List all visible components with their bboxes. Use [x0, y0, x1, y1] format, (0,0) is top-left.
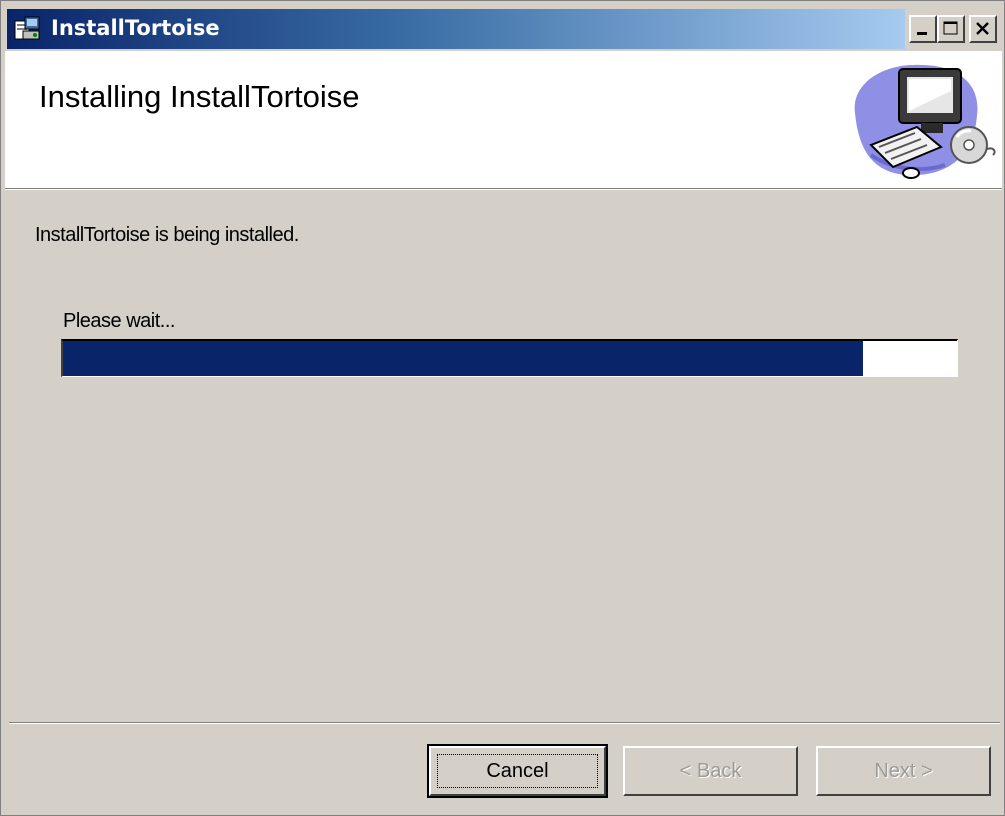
- caption-buttons: [905, 9, 1002, 49]
- window-title: InstallTortoise: [51, 16, 220, 40]
- back-button[interactable]: < Back: [623, 746, 798, 796]
- back-button-label: < Back: [679, 760, 742, 782]
- close-button[interactable]: [969, 15, 997, 43]
- progress-bar: [61, 339, 958, 377]
- footer-divider-highlight: [9, 723, 1000, 724]
- header-banner: Installing InstallTortoise: [5, 51, 1002, 188]
- installer-icon[interactable]: [13, 15, 43, 43]
- next-button-label: Next >: [874, 760, 933, 782]
- status-message: InstallTortoise is being installed.: [35, 224, 299, 246]
- page-title: Installing InstallTortoise: [39, 79, 360, 114]
- minimize-button[interactable]: [909, 15, 937, 43]
- progress-bar-fill: [63, 341, 864, 376]
- cancel-button[interactable]: Cancel: [427, 744, 608, 798]
- banner-divider-highlight: [5, 189, 1002, 190]
- next-button[interactable]: Next >: [816, 746, 991, 796]
- maximize-button[interactable]: [937, 15, 965, 43]
- wait-label: Please wait...: [63, 310, 175, 332]
- computer-disc-icon: [841, 55, 999, 183]
- installer-window: InstallTortoise Installing InstallTortoi…: [0, 0, 1005, 816]
- close-icon: [976, 22, 989, 35]
- cancel-button-label: Cancel: [486, 760, 549, 782]
- title-bar[interactable]: InstallTortoise: [7, 9, 1002, 49]
- maximize-icon: [943, 21, 958, 35]
- minimize-icon: [917, 32, 927, 35]
